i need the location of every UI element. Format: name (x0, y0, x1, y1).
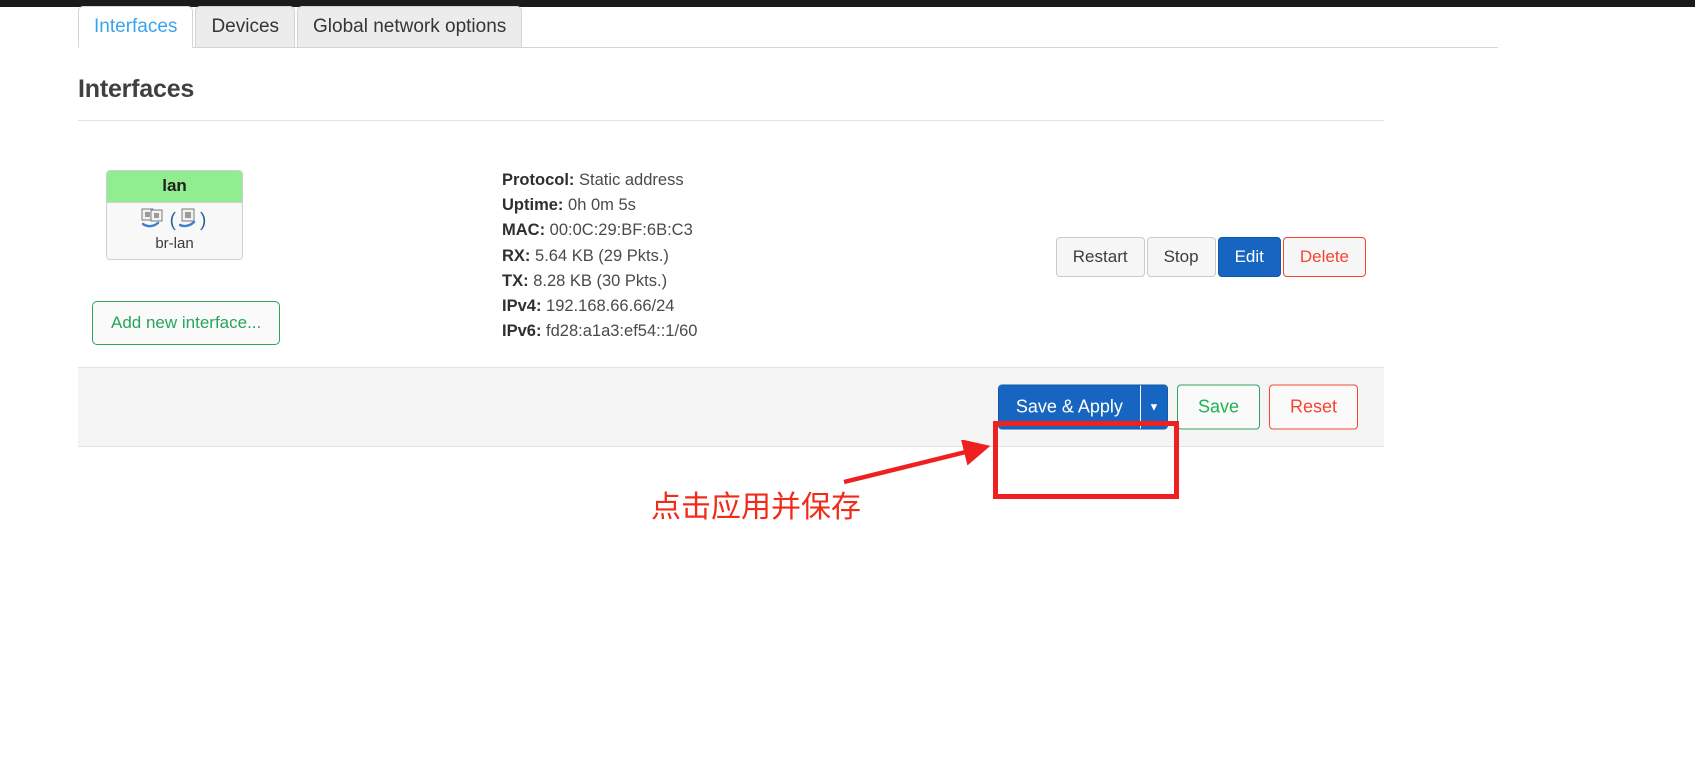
detail-protocol: Protocol: Static address (502, 168, 697, 193)
detail-uptime: Uptime: 0h 0m 5s (502, 193, 697, 218)
tab-devices-label: Devices (211, 16, 280, 37)
reset-button[interactable]: Reset (1268, 384, 1358, 430)
tab-global-network-options-label: Global network options (313, 16, 507, 37)
ethernet-ports-icon (141, 208, 167, 235)
stop-button[interactable]: Stop (1146, 237, 1216, 277)
detail-rx-label: RX: (502, 246, 531, 265)
restart-button[interactable]: Restart (1055, 237, 1145, 277)
detail-uptime-label: Uptime: (502, 196, 564, 215)
page-root: Interfaces Devices Global network option… (0, 6, 1695, 447)
detail-ipv6-label: IPv6: (502, 322, 542, 341)
footer-action-bar: Save & Apply ▼ Save Reset (78, 367, 1384, 447)
annotation-text: 点击应用并保存 (651, 490, 861, 525)
detail-protocol-value: Static address (579, 171, 684, 189)
interface-row: lan () br-lan Protocol: Static address … (78, 121, 1384, 340)
add-interface-row: Add new interface... (78, 301, 1384, 367)
interface-device-icons: ( ) (107, 208, 242, 235)
detail-protocol-label: Protocol: (502, 171, 575, 189)
tab-interfaces-label: Interfaces (94, 16, 178, 37)
save-apply-button[interactable]: Save & Apply (998, 385, 1140, 429)
interface-action-buttons: Restart Stop Edit Delete (1055, 237, 1366, 277)
tab-global-network-options[interactable]: Global network options (297, 6, 523, 48)
tab-devices[interactable]: Devices (195, 6, 296, 48)
add-new-interface-button[interactable]: Add new interface... (92, 301, 281, 345)
detail-mac: MAC: 00:0C:29:BF:6B:C3 (502, 218, 697, 243)
detail-ipv6: IPv6: fd28:a1a3:ef54::1/60 (502, 319, 697, 344)
interface-badge-name: lan (107, 171, 242, 203)
detail-ipv6-value: fd28:a1a3:ef54::1/60 (546, 322, 698, 341)
bracket-open-glyph: ( (169, 210, 176, 231)
tab-bar: Interfaces Devices Global network option… (78, 6, 1498, 48)
detail-ipv4-label: IPv4: (502, 297, 542, 316)
footer-action-buttons: Save & Apply ▼ Save Reset (997, 384, 1358, 430)
detail-rx-value: 5.64 KB (29 Pkts.) (535, 246, 669, 265)
detail-ipv4-value: 192.168.66.66/24 (546, 297, 675, 316)
interface-device-name: br-lan (155, 235, 194, 252)
save-button[interactable]: Save (1176, 384, 1260, 430)
detail-mac-value: 00:0C:29:BF:6B:C3 (549, 221, 693, 240)
detail-tx-label: TX: (502, 271, 529, 290)
save-apply-split-button[interactable]: Save & Apply ▼ (997, 384, 1168, 430)
edit-button[interactable]: Edit (1217, 237, 1281, 277)
detail-rx: RX: 5.64 KB (29 Pkts.) (502, 244, 697, 269)
ethernet-port-bracketed-icon (178, 208, 197, 235)
detail-tx: TX: 8.28 KB (30 Pkts.) (502, 269, 697, 294)
page-title: Interfaces (78, 75, 195, 103)
detail-tx-value: 8.28 KB (30 Pkts.) (533, 271, 668, 290)
delete-button[interactable]: Delete (1282, 237, 1366, 277)
interface-details: Protocol: Static address Uptime: 0h 0m 5… (502, 168, 697, 344)
interface-card-body: ( ) br-lan (107, 203, 242, 259)
detail-ipv4: IPv4: 192.168.66.66/24 (502, 294, 697, 319)
tab-interfaces[interactable]: Interfaces (78, 6, 194, 48)
bracket-close-glyph: ) (200, 210, 207, 231)
detail-uptime-value: 0h 0m 5s (568, 196, 636, 215)
detail-mac-label: MAC: (502, 221, 546, 240)
interface-card-lan[interactable]: lan () br-lan (106, 170, 243, 260)
chevron-down-icon[interactable]: ▼ (1140, 385, 1167, 429)
